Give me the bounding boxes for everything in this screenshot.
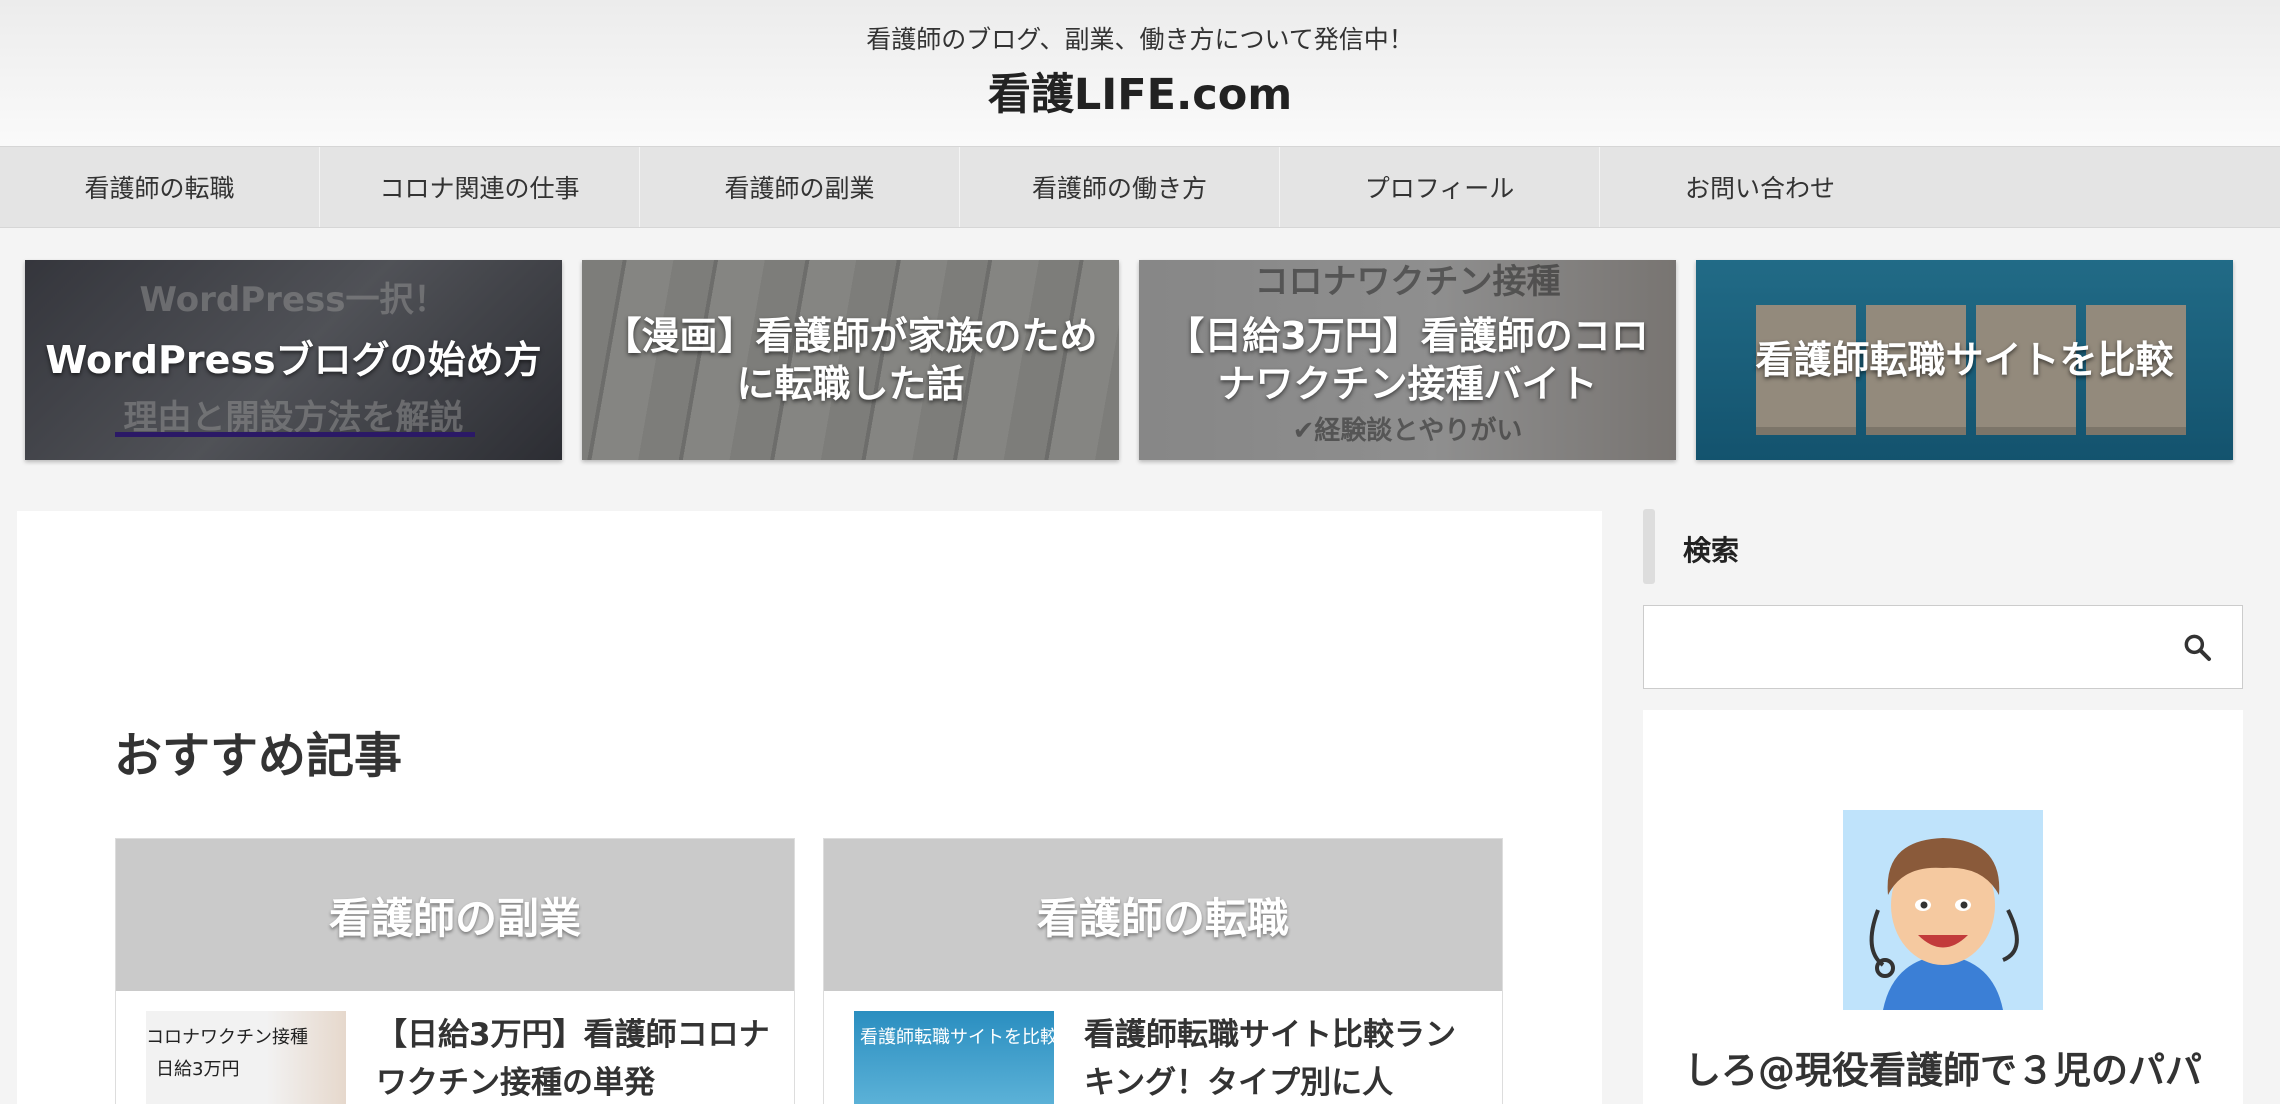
featured-card-title: 【日給3万円】看護師のコロナワクチン接種バイト [1166,314,1649,406]
thumbnail-text: コロナワクチン接種 [146,1027,308,1048]
featured-card[interactable]: WordPress一択！ 理由と開設方法を解説 WordPressブログの始め方 [25,260,562,460]
recommended-box-heading[interactable]: 看護師の副業 [116,839,794,991]
nav-item-contact[interactable]: お問い合わせ [1600,147,1920,227]
profile-widget: しろ@現役看護師で３児のパパ [1643,710,2243,1104]
nav-item-work-styles[interactable]: 看護師の働き方 [960,147,1280,227]
recommended-box: 看護師の副業 コロナワクチン接種 日給3万円 【日給3万円】看護師コロナワクチン… [115,838,795,1104]
article-title: 看護師転職サイト比較ランキング！タイプ別に人 [1084,1017,1456,1101]
thumbnail-text: 看護師転職サイトを比較 [860,1027,1054,1048]
featured-card-title: 看護師転職サイトを比較 [1755,338,2174,382]
featured-card-title: WordPressブログの始め方 [45,338,542,382]
featured-card[interactable]: コロナワクチン接種 ✔経験談とやりがい 【日給3万円】看護師のコロナワクチン接種… [1139,260,1676,460]
search-button[interactable] [2152,606,2242,688]
avatar-illustration [1843,810,2043,1010]
nav-item-corona-jobs[interactable]: コロナ関連の仕事 [320,147,640,227]
article-thumbnail: 看護師転職サイトを比較 [854,1011,1054,1104]
site-header: 看護師のブログ、副業、働き方について発信中！ 看護LIFE.com [0,0,2280,146]
recommended-box-heading[interactable]: 看護師の転職 [824,839,1502,991]
search-box [1643,605,2243,689]
search-icon [2184,634,2211,661]
search-label: 検索 [1683,534,1740,567]
recommended-box: 看護師の転職 看護師転職サイトを比較 看護師転職サイト比較ランキング！タイプ別に… [823,838,1503,1104]
featured-card[interactable]: 看護師転職サイトを比較 [1696,260,2233,460]
featured-card-title: 【漫画】看護師が家族のために転職した話 [603,314,1098,406]
featured-card[interactable]: 【漫画】看護師が家族のために転職した話 [582,260,1119,460]
article-title: 【日給3万円】看護師コロナワクチン接種の単発 [376,1017,770,1101]
site-title[interactable]: 看護LIFE.com [0,60,2280,122]
site-tagline: 看護師のブログ、副業、働き方について発信中！ [866,25,1414,54]
featured-carousel: WordPress一択！ 理由と開設方法を解説 WordPressブログの始め方… [25,260,2235,460]
search-widget-heading: 検索 [1643,509,2243,584]
article-link[interactable]: 看護師転職サイトを比較 看護師転職サイト比較ランキング！タイプ別に人 [854,1011,1482,1104]
profile-name: しろ@現役看護師で３児のパパ [1684,1049,2202,1092]
main-content: おすすめ記事 看護師の副業 コロナワクチン接種 日給3万円 【日給3万円】看護師… [17,511,1602,1104]
article-thumbnail: コロナワクチン接種 日給3万円 [146,1011,346,1104]
nav-item-side-jobs[interactable]: 看護師の副業 [640,147,960,227]
section-title: おすすめ記事 [114,728,403,784]
global-nav: 看護師の転職 コロナ関連の仕事 看護師の副業 看護師の働き方 プロフィール お問… [0,146,2280,228]
article-link[interactable]: コロナワクチン接種 日給3万円 【日給3万円】看護師コロナワクチン接種の単発 [146,1011,774,1104]
nav-item-career-change[interactable]: 看護師の転職 [0,147,320,227]
avatar [1843,810,2043,1010]
nav-item-profile[interactable]: プロフィール [1280,147,1600,227]
thumbnail-text: 日給3万円 [156,1059,240,1080]
